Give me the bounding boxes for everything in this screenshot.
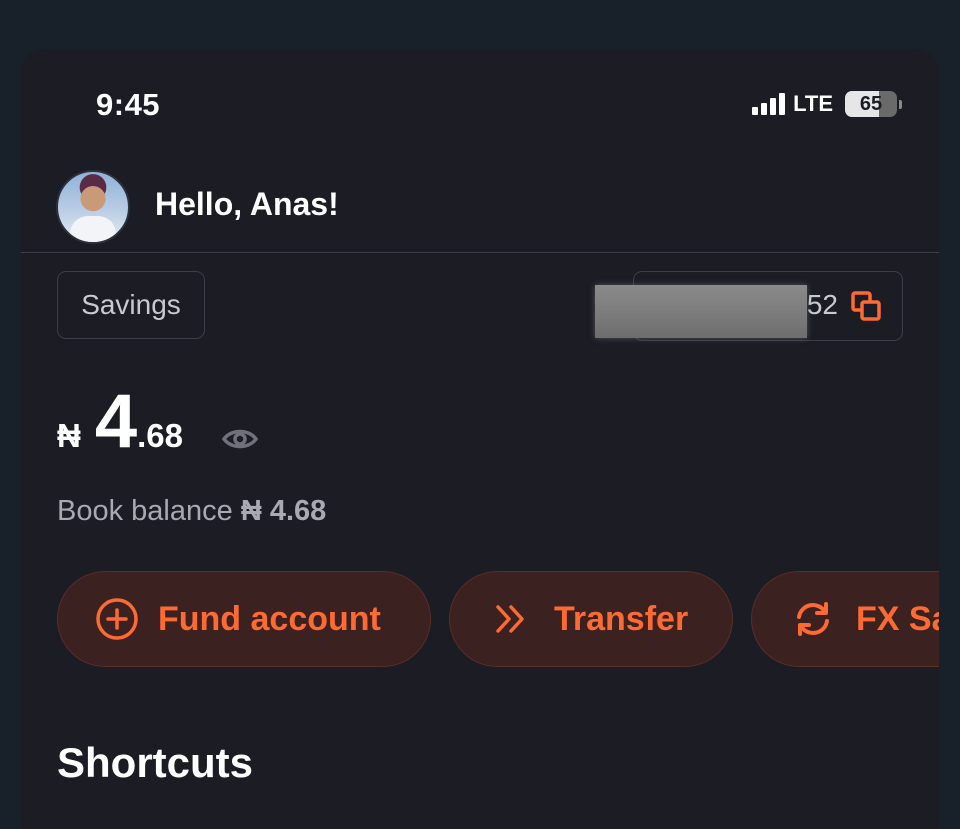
book-balance-amount: ₦ 4.68 <box>240 495 327 527</box>
avatar[interactable] <box>56 170 130 244</box>
account-type-chip[interactable]: Savings <box>57 271 205 339</box>
transfer-label: Transfer <box>554 599 689 638</box>
balance-amount: ₦ 4 .68 <box>57 384 183 460</box>
balance-whole: 4 <box>94 379 138 464</box>
balance-fraction: .68 <box>137 417 183 454</box>
battery-level: 65 <box>845 91 897 117</box>
book-balance-label: Book balance <box>57 495 233 527</box>
exchange-arrows-icon <box>797 602 829 636</box>
battery-icon: 65 <box>845 91 902 117</box>
fund-account-button[interactable]: Fund account <box>57 571 431 667</box>
greeting-text: Hello, Anas! <box>155 186 339 222</box>
account-number-text: 52 <box>806 289 838 320</box>
fx-button[interactable]: FX Sa <box>751 571 939 667</box>
balance-currency: ₦ <box>57 417 81 454</box>
network-label: LTE <box>793 91 833 116</box>
redaction-overlay <box>595 285 807 338</box>
copy-icon[interactable] <box>850 290 882 322</box>
avatar-shirt <box>70 216 116 242</box>
status-time: 9:45 <box>96 87 161 122</box>
plus-circle-icon <box>96 598 138 640</box>
phone-screen: 9:45 LTE 65 Hello, Anas! Savings 52 ₦ 4 … <box>21 49 939 829</box>
fx-label: FX Sa <box>856 599 939 638</box>
transfer-button[interactable]: Transfer <box>449 571 733 667</box>
header-divider <box>21 252 939 253</box>
battery-tip <box>899 99 902 109</box>
shortcuts-heading: Shortcuts <box>57 739 254 786</box>
status-indicators: LTE 65 <box>752 91 902 117</box>
signal-icon <box>752 93 786 115</box>
book-balance: Book balance ₦ 4.68 <box>57 495 326 528</box>
double-chevron-right-icon <box>496 605 524 633</box>
hide-balance-eye-icon[interactable] <box>221 426 259 452</box>
fund-account-label: Fund account <box>158 599 381 638</box>
